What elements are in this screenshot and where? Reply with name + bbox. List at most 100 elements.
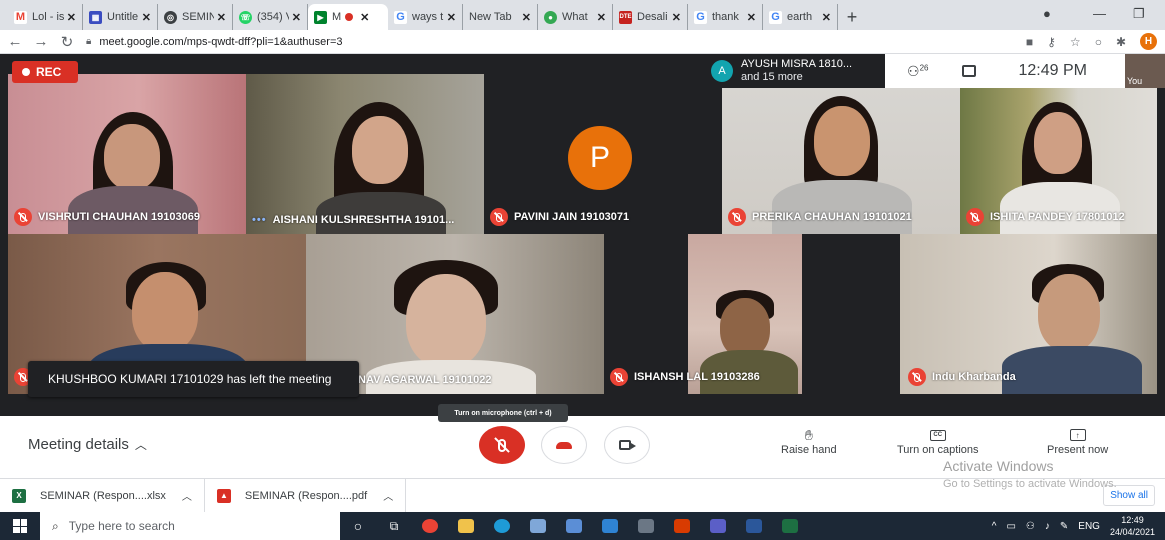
download-item-pdf[interactable]: ▲ SEMINAR (Respon....pdf ︿ <box>205 478 407 513</box>
leave-call-button[interactable] <box>541 426 587 464</box>
participant-tile-prerika[interactable]: PRERIKA CHAUHAN 19101021 <box>722 74 960 234</box>
app-window-icon[interactable] <box>628 512 664 540</box>
file-explorer-icon[interactable] <box>448 512 484 540</box>
new-tab-button[interactable]: + <box>838 4 866 30</box>
chevron-up-icon[interactable]: ︿ <box>383 488 393 503</box>
store-icon[interactable] <box>556 512 592 540</box>
close-icon[interactable]: ✕ <box>522 11 531 24</box>
pen-icon[interactable]: ✎ <box>1060 521 1068 532</box>
tab-earth[interactable]: Gearth ✕ <box>763 4 838 30</box>
google-icon: G <box>694 10 707 24</box>
restore-icon[interactable]: ❐ <box>1133 6 1145 22</box>
close-icon[interactable]: ✕ <box>447 11 456 24</box>
tab-thank[interactable]: Gthank ✕ <box>688 4 763 30</box>
globe-icon: ◎ <box>164 10 177 24</box>
people-button[interactable]: ⚇26 <box>907 63 928 80</box>
participant-tile-ishansh[interactable]: ISHANSH LAL 19103286 <box>604 234 802 394</box>
search-icon: ⌕ <box>52 518 59 533</box>
participant-tile-vishruti[interactable]: VISHRUTI CHAUHAN 19103069 <box>8 74 246 234</box>
taskbar-search[interactable]: ⌕ Type here to search <box>40 512 340 540</box>
task-view-icon[interactable]: ⧉ <box>376 512 412 540</box>
download-item-xlsx[interactable]: X SEMINAR (Respon....xlsx ︿ <box>0 478 205 513</box>
volume-icon[interactable]: ♪ <box>1045 521 1050 532</box>
close-icon[interactable]: ✕ <box>142 11 151 24</box>
tab-what[interactable]: ● What ✕ <box>538 4 613 30</box>
back-icon[interactable]: ← <box>4 33 26 50</box>
forward-icon[interactable]: → <box>30 33 52 50</box>
mic-off-icon <box>908 368 926 386</box>
meeting-clock: 12:49 PM <box>1018 62 1087 79</box>
puzzle-icon[interactable]: ✱ <box>1116 35 1126 49</box>
profile-avatar[interactable]: H <box>1140 33 1157 50</box>
close-icon[interactable]: ✕ <box>217 11 226 24</box>
record-dot-icon <box>22 68 30 76</box>
tab-newtab[interactable]: New Tab ✕ <box>463 4 538 30</box>
tab-search-icon[interactable]: ● <box>1043 6 1051 21</box>
tab-meet[interactable]: ▶ M ✕ <box>308 4 388 30</box>
hand-icon: ✋︎ <box>804 426 813 443</box>
chevron-up-icon[interactable]: ︿ <box>182 488 192 503</box>
microphone-toggle-button[interactable] <box>479 426 525 464</box>
tab-seminar[interactable]: ◎ SEMIN ✕ <box>158 4 233 30</box>
paint-icon[interactable] <box>520 512 556 540</box>
camera-indicator-icon[interactable]: ■ <box>1026 35 1033 49</box>
edge-icon[interactable] <box>484 512 520 540</box>
participant-tile-pavini[interactable]: P PAVINI JAIN 19103071 <box>484 74 722 234</box>
star-icon[interactable]: ☆ <box>1070 35 1081 49</box>
meeting-details-button[interactable]: Meeting details ︿ <box>28 436 147 453</box>
present-icon: ↑ <box>1069 429 1086 441</box>
person-body <box>316 192 446 234</box>
chat-icon[interactable] <box>962 65 977 77</box>
tab-gmail[interactable]: M Lol - is ✕ <box>8 4 83 30</box>
close-icon[interactable]: ✕ <box>360 11 369 24</box>
tab-untitled[interactable]: ▦ Untitle ✕ <box>83 4 158 30</box>
office-icon[interactable] <box>664 512 700 540</box>
key-icon[interactable]: ⚷ <box>1047 35 1056 49</box>
camera-toggle-button[interactable] <box>604 426 650 464</box>
mic-off-icon <box>610 368 628 386</box>
person-face <box>352 116 408 184</box>
close-icon[interactable]: ✕ <box>747 11 756 24</box>
start-button[interactable] <box>0 512 40 540</box>
captions-button[interactable]: CC Turn on captions <box>897 426 979 456</box>
system-tray: ^ ▭ ⚇ ♪ ✎ ENG 12:49 24/04/2021 <box>992 512 1155 540</box>
mail-icon[interactable] <box>592 512 628 540</box>
chrome-taskbar-icon[interactable] <box>412 512 448 540</box>
close-icon[interactable]: ✕ <box>672 11 681 24</box>
excel-taskbar-icon[interactable] <box>772 512 808 540</box>
close-icon[interactable]: ✕ <box>597 11 606 24</box>
close-icon[interactable]: ✕ <box>822 11 831 24</box>
extension-o-icon[interactable]: ○ <box>1095 35 1102 49</box>
battery-icon[interactable]: ▭ <box>1006 521 1015 532</box>
captions-icon: CC <box>929 429 946 441</box>
cortana-icon[interactable]: ○ <box>340 512 376 540</box>
pdf-icon: ▲ <box>216 488 231 503</box>
url-input[interactable]: 🔒︎ meet.google.com/mps-qwdt-dff?pli=1&au… <box>86 36 343 48</box>
word-icon[interactable] <box>736 512 772 540</box>
raise-hand-button[interactable]: ✋︎ Raise hand <box>781 426 837 457</box>
participant-tile-aishani[interactable]: ••• AISHANI KULSHRESHTHA 19101... <box>246 74 484 234</box>
close-icon[interactable]: ✕ <box>67 11 76 24</box>
participant-tile-indu[interactable]: Indu Kharbanda <box>802 234 1157 394</box>
tab-whatsapp[interactable]: ☏(354) V✕ <box>233 4 308 30</box>
self-view-tile[interactable]: You <box>1125 54 1165 88</box>
language-indicator[interactable]: ENG <box>1078 521 1100 532</box>
close-icon[interactable]: ✕ <box>292 11 301 24</box>
meet-video-grid: REC VISHRUTI CHAUHAN 19103069 ••• AISHANI… <box>0 54 1165 478</box>
participant-label: ISHITA PANDEY 17801012 <box>966 208 1125 226</box>
mic-off-icon <box>966 208 984 226</box>
minimize-icon[interactable]: — <box>1093 6 1106 21</box>
camera-icon <box>619 440 636 450</box>
tab-desali[interactable]: DTE Desali ✕ <box>613 4 688 30</box>
sheets-icon: ▦ <box>89 10 102 24</box>
presenting-info[interactable]: A AYUSH MISRA 1810... and 15 more <box>705 54 885 88</box>
participant-label: VISHRUTI CHAUHAN 19103069 <box>14 208 200 226</box>
present-now-button[interactable]: ↑ Present now <box>1047 426 1108 456</box>
taskbar-clock[interactable]: 12:49 24/04/2021 <box>1110 514 1155 538</box>
tab-ways[interactable]: Gways t ✕ <box>388 4 463 30</box>
participant-tile-ishita[interactable]: ISHITA PANDEY 17801012 <box>960 74 1157 234</box>
teams-icon[interactable] <box>700 512 736 540</box>
reload-icon[interactable]: ↻ <box>56 33 78 51</box>
chevron-up-icon[interactable]: ^ <box>992 521 997 532</box>
network-icon[interactable]: ⚇ <box>1026 521 1035 532</box>
